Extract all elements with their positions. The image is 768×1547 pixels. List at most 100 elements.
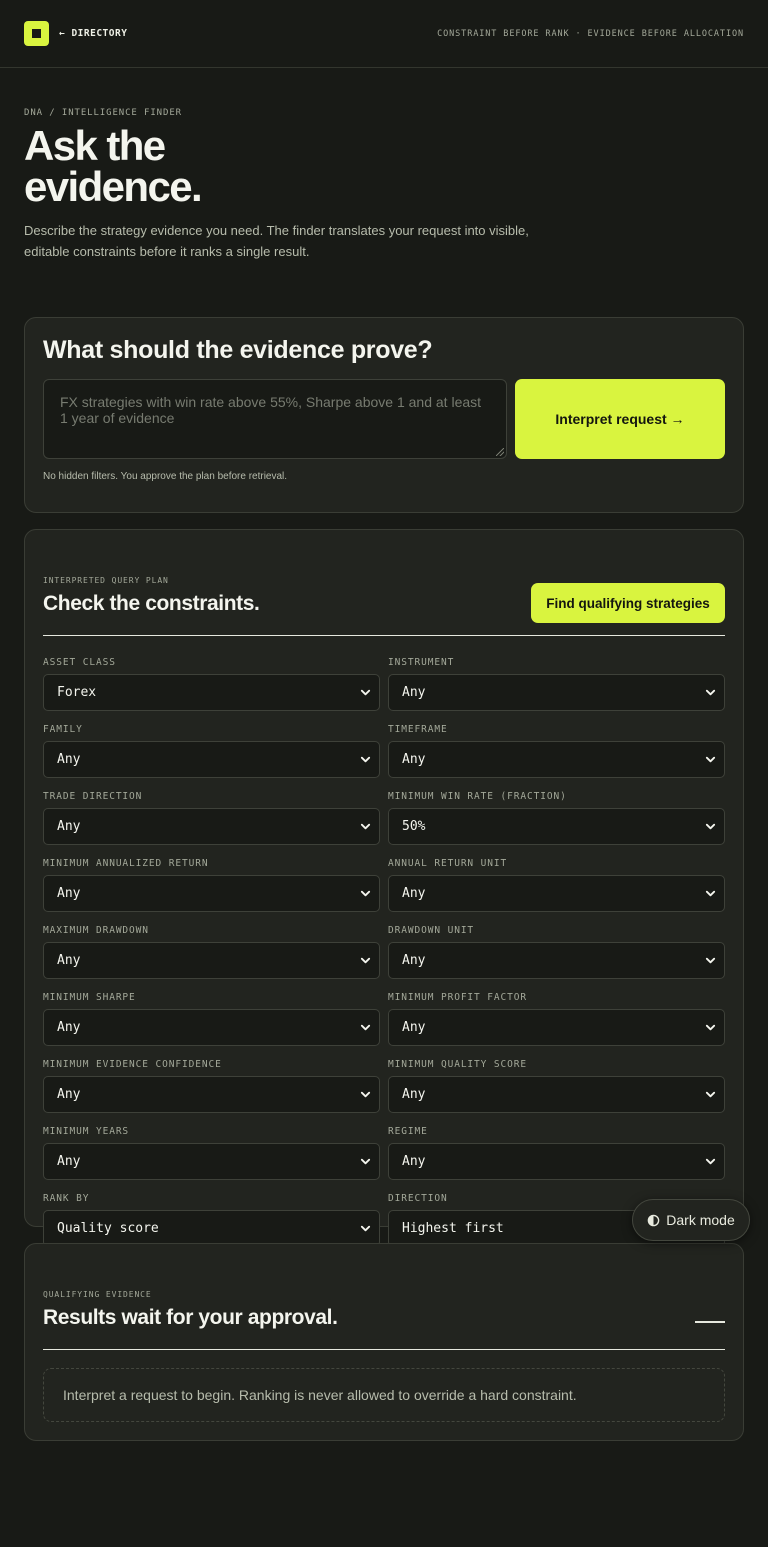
minimum-profit-factor-select[interactable]: Any (388, 1009, 725, 1046)
breadcrumb: DNA / INTELLIGENCE FINDER (24, 108, 182, 118)
select-value: Any (57, 1087, 81, 1102)
field-label: FAMILY (43, 724, 83, 735)
field-minimum-evidence-confidence: MINIMUM EVIDENCE CONFIDENCE Any (43, 1059, 380, 1113)
field-label: MINIMUM ANNUALIZED RETURN (43, 858, 209, 869)
page-title: Ask the evidence. (24, 122, 203, 210)
trade-direction-select[interactable]: Any (43, 808, 380, 845)
chevron-down-icon (360, 1158, 371, 1165)
query-input[interactable]: FX strategies with win rate above 55%, S… (43, 379, 507, 459)
annual-return-unit-select[interactable]: Any (388, 875, 725, 912)
select-value: Any (402, 1087, 426, 1102)
select-value: Forex (57, 685, 97, 700)
field-instrument: INSTRUMENT Any (388, 657, 725, 711)
select-value: Any (57, 752, 81, 767)
chevron-down-icon (705, 823, 716, 830)
asset-class-select[interactable]: Forex (43, 674, 380, 711)
instrument-select[interactable]: Any (388, 674, 725, 711)
chevron-down-icon (360, 957, 371, 964)
field-minimum-years: MINIMUM YEARS Any (43, 1126, 380, 1180)
field-label: MINIMUM YEARS (43, 1126, 130, 1137)
select-value: Highest first (402, 1221, 504, 1236)
minimum-quality-score-select[interactable]: Any (388, 1076, 725, 1113)
chevron-down-icon (360, 1225, 371, 1232)
dark-mode-toggle[interactable]: Dark mode (632, 1199, 750, 1241)
field-label: MAXIMUM DRAWDOWN (43, 925, 149, 936)
chevron-down-icon (705, 689, 716, 696)
field-minimum-quality-score: MINIMUM QUALITY SCORE Any (388, 1059, 725, 1113)
results-title: Results wait for your approval. (43, 1306, 338, 1329)
chevron-down-icon (360, 823, 371, 830)
constraints-grid: ASSET CLASS Forex INSTRUMENT Any FAMILY Any TI… (43, 657, 725, 1247)
field-label: REGIME (388, 1126, 428, 1137)
interpret-request-button[interactable]: Interpret request → (515, 379, 725, 459)
select-value: Any (402, 752, 426, 767)
select-value: Any (402, 886, 426, 901)
collapse-dash-icon[interactable] (695, 1321, 725, 1323)
logo-icon[interactable] (24, 21, 49, 46)
top-bar: ← DIRECTORY CONSTRAINT BEFORE RANK · EVI… (0, 0, 768, 68)
select-value: Any (57, 819, 81, 834)
drawdown-unit-select[interactable]: Any (388, 942, 725, 979)
dark-mode-label: Dark mode (666, 1212, 735, 1228)
select-value: Any (402, 685, 426, 700)
field-rank-by: RANK BY Quality score (43, 1193, 380, 1247)
field-label: MINIMUM PROFIT FACTOR (388, 992, 528, 1003)
field-trade-direction: TRADE DIRECTION Any (43, 791, 380, 845)
field-label: MINIMUM SHARPE (43, 992, 136, 1003)
results-divider (43, 1349, 725, 1350)
minimum-sharpe-select[interactable]: Any (43, 1009, 380, 1046)
select-value: Any (57, 953, 81, 968)
results-empty-state: Interpret a request to begin. Ranking is… (43, 1368, 725, 1422)
chevron-down-icon (705, 1091, 716, 1098)
select-value: Any (402, 953, 426, 968)
select-value: Any (57, 1154, 81, 1169)
field-label: ANNUAL RETURN UNIT (388, 858, 508, 869)
chevron-down-icon (360, 1024, 371, 1031)
field-label: TIMEFRAME (388, 724, 448, 735)
back-to-directory-link[interactable]: ← DIRECTORY (59, 28, 127, 39)
field-drawdown-unit: DRAWDOWN UNIT Any (388, 925, 725, 979)
timeframe-select[interactable]: Any (388, 741, 725, 778)
rank-by-select[interactable]: Quality score (43, 1210, 380, 1247)
select-value: Any (402, 1154, 426, 1169)
minimum-years-select[interactable]: Any (43, 1143, 380, 1180)
field-label: RANK BY (43, 1193, 90, 1204)
query-placeholder: FX strategies with win rate above 55%, S… (60, 394, 482, 426)
chevron-down-icon (705, 1158, 716, 1165)
chevron-down-icon (360, 756, 371, 763)
select-value: Quality score (57, 1221, 159, 1236)
regime-select[interactable]: Any (388, 1143, 725, 1180)
maximum-drawdown-select[interactable]: Any (43, 942, 380, 979)
plan-divider (43, 635, 725, 636)
chevron-down-icon (360, 1091, 371, 1098)
field-timeframe: TIMEFRAME Any (388, 724, 725, 778)
results-eyebrow: QUALIFYING EVIDENCE (43, 1290, 152, 1299)
field-minimum-annualized-return: MINIMUM ANNUALIZED RETURN Any (43, 858, 380, 912)
select-value: Any (402, 1020, 426, 1035)
field-label: MINIMUM WIN RATE (FRACTION) (388, 791, 567, 802)
hero: DNA / INTELLIGENCE FINDER Ask the eviden… (24, 108, 744, 262)
query-plan-panel: INTERPRETED QUERY PLAN Check the constra… (24, 529, 744, 1247)
chevron-down-icon (705, 890, 716, 897)
field-minimum-profit-factor: MINIMUM PROFIT FACTOR Any (388, 992, 725, 1046)
field-maximum-drawdown: MAXIMUM DRAWDOWN Any (43, 925, 380, 979)
chevron-down-icon (360, 890, 371, 897)
field-minimum-win-rate: MINIMUM WIN RATE (FRACTION) 50% (388, 791, 725, 845)
query-panel: What should the evidence prove? FX strat… (24, 317, 744, 513)
select-value: 50% (402, 819, 426, 834)
plan-title: Check the constraints. (43, 592, 260, 615)
resize-grip-icon[interactable] (496, 448, 504, 456)
field-label: INSTRUMENT (388, 657, 455, 668)
brand: ← DIRECTORY (24, 21, 127, 46)
minimum-annualized-return-select[interactable]: Any (43, 875, 380, 912)
minimum-evidence-confidence-select[interactable]: Any (43, 1076, 380, 1113)
plan-eyebrow: INTERPRETED QUERY PLAN (43, 576, 169, 585)
family-select[interactable]: Any (43, 741, 380, 778)
find-qualifying-strategies-button[interactable]: Find qualifying strategies (531, 583, 725, 623)
select-value: Any (57, 886, 81, 901)
chevron-down-icon (705, 756, 716, 763)
field-regime: REGIME Any (388, 1126, 725, 1180)
minimum-win-rate-select[interactable]: 50% (388, 808, 725, 845)
query-title: What should the evidence prove? (43, 336, 433, 364)
field-family: FAMILY Any (43, 724, 380, 778)
